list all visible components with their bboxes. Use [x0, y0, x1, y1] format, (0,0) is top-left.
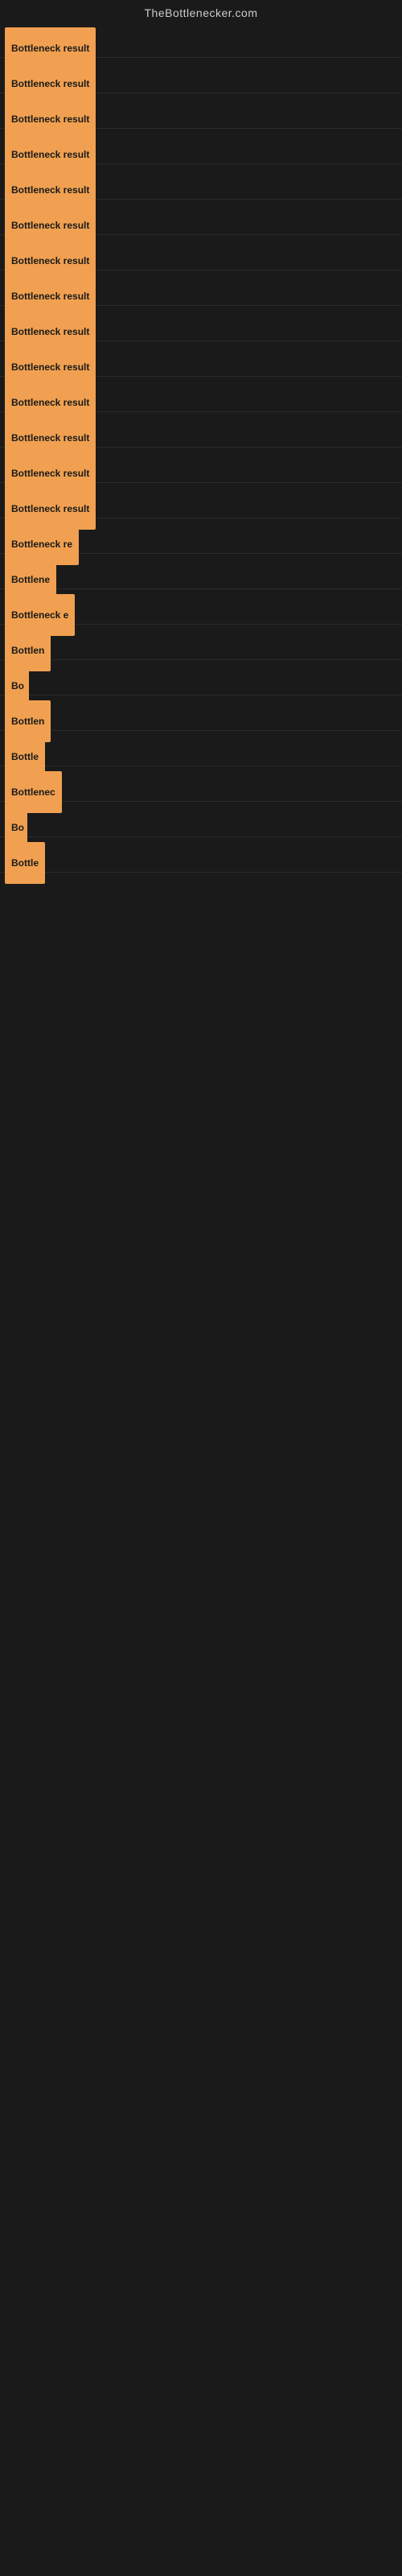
list-item: Bottleneck result — [0, 23, 402, 58]
list-item: Bottleneck result — [0, 235, 402, 270]
bottleneck-result-badge[interactable]: Bottle — [5, 842, 45, 884]
list-item: Bottleneck re — [0, 518, 402, 554]
list-item: Bottlen — [0, 696, 402, 731]
list-item: Bottleneck result — [0, 448, 402, 483]
list-item: Bo — [0, 660, 402, 696]
list-item: Bottleneck result — [0, 200, 402, 235]
list-item: Bottleneck result — [0, 483, 402, 518]
list-item: Bottle — [0, 837, 402, 873]
list-item: Bottleneck result — [0, 58, 402, 93]
list-item: Bottleneck result — [0, 377, 402, 412]
list-item: Bottleneck result — [0, 93, 402, 129]
list-item: Bottleneck result — [0, 412, 402, 448]
list-item: Bottleneck result — [0, 306, 402, 341]
list-item: Bottlenec — [0, 766, 402, 802]
list-item: Bottleneck result — [0, 341, 402, 377]
list-item: Bottleneck result — [0, 164, 402, 200]
list-item: Bottle — [0, 731, 402, 766]
list-item: Bottleneck result — [0, 270, 402, 306]
site-title: TheBottlenecker.com — [0, 0, 402, 23]
list-item: Bottleneck e — [0, 589, 402, 625]
list-item: Bottleneck result — [0, 129, 402, 164]
